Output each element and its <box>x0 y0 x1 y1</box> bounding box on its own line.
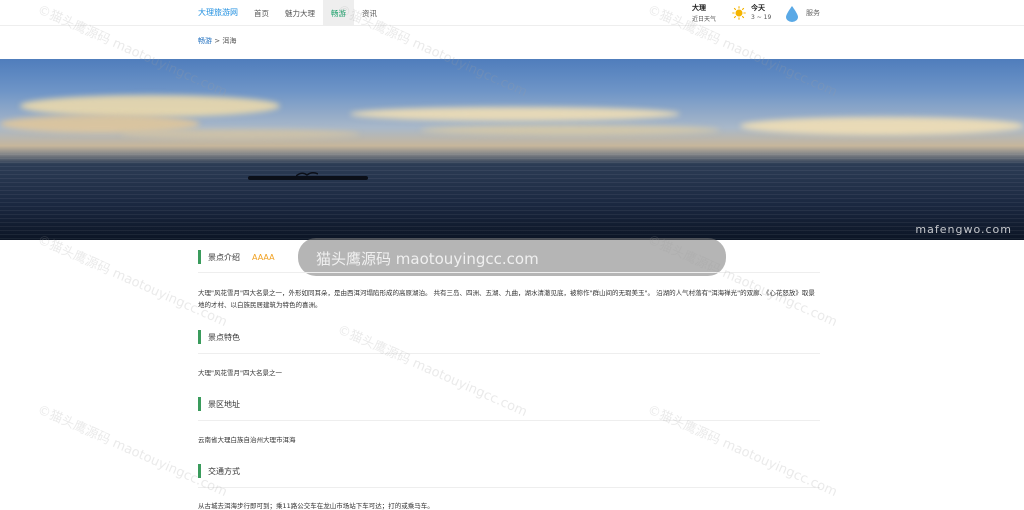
weather-temp: 3 ~ 19 <box>751 14 772 21</box>
nav-travel[interactable]: 畅游 <box>323 0 354 26</box>
traffic-text: 从古城去洱海步行即可到；乘11路公交车在龙山市场站下车可达；打的或乘马车。 <box>198 502 434 510</box>
divider <box>198 487 820 488</box>
water-surface <box>0 154 1024 240</box>
weather-label: 近日天气 <box>692 16 717 23</box>
divider <box>198 272 820 273</box>
breadcrumb: 畅游 > 洱海 <box>198 36 236 46</box>
top-navbar: 大理旅游网 首页 魅力大理 畅游 资讯 大理 近日天气 今天 3 ~ 19 服务 <box>0 0 1024 26</box>
breadcrumb-travel[interactable]: 畅游 <box>198 37 212 45</box>
lake-banner-image: mafengwo.com <box>0 59 1024 240</box>
nav-home[interactable]: 首页 <box>246 0 277 26</box>
cloud <box>120 129 360 139</box>
feature-text: 大理"风花雪月"四大名景之一 <box>198 369 282 377</box>
rating-badge: AAAA <box>252 252 275 262</box>
section-address-heading: 景区地址 <box>198 397 240 411</box>
sun-icon <box>732 6 746 20</box>
service-link[interactable]: 服务 <box>806 8 820 18</box>
section-traffic-title: 交通方式 <box>208 466 240 476</box>
page-watermark: ©猫头鹰源码 maotouyingcc.com <box>35 232 230 331</box>
section-feature-title: 景点特色 <box>208 332 240 342</box>
watermark-overlay: 猫头鹰源码 maotouyingcc.com <box>298 238 726 276</box>
site-logo[interactable]: 大理旅游网 <box>198 7 238 18</box>
water-drop-icon <box>786 6 798 22</box>
nav-news[interactable]: 资讯 <box>354 0 385 26</box>
breadcrumb-current: 洱海 <box>222 37 237 45</box>
page-watermark: ©猫头鹰源码 maotouyingcc.com <box>645 402 840 501</box>
section-intro-heading: 景点介绍 AAAA <box>198 250 275 264</box>
section-address-title: 景区地址 <box>208 399 240 409</box>
divider <box>198 353 820 354</box>
nav-charm-dali[interactable]: 魅力大理 <box>277 0 323 26</box>
cloud <box>20 95 280 117</box>
cloud <box>350 107 680 121</box>
weather-today: 今天 <box>751 4 765 12</box>
bird-icon <box>296 171 318 177</box>
weather-city: 大理 <box>692 4 706 12</box>
section-traffic-heading: 交通方式 <box>198 464 240 478</box>
cloud <box>420 125 720 135</box>
cloud <box>740 117 1024 135</box>
section-feature-heading: 景点特色 <box>198 330 240 344</box>
weather-widget: 大理 近日天气 <box>692 2 752 24</box>
breadcrumb-separator: > <box>214 37 221 45</box>
section-intro-title: 景点介绍 <box>208 252 240 262</box>
address-text: 云南省大理白族自治州大理市洱海 <box>198 436 296 444</box>
page-watermark: ©猫头鹰源码 maotouyingcc.com <box>35 402 230 501</box>
watermark-overlay-text: 猫头鹰源码 maotouyingcc.com <box>316 250 539 268</box>
divider <box>198 420 820 421</box>
banner-watermark: mafengwo.com <box>915 223 1012 236</box>
intro-text: 大理"风花雪月"四大名景之一，外形如同耳朵，是由西洱河塌陷形成的高原湖泊。 共有… <box>198 289 815 309</box>
main-nav: 首页 魅力大理 畅游 资讯 <box>246 0 385 26</box>
